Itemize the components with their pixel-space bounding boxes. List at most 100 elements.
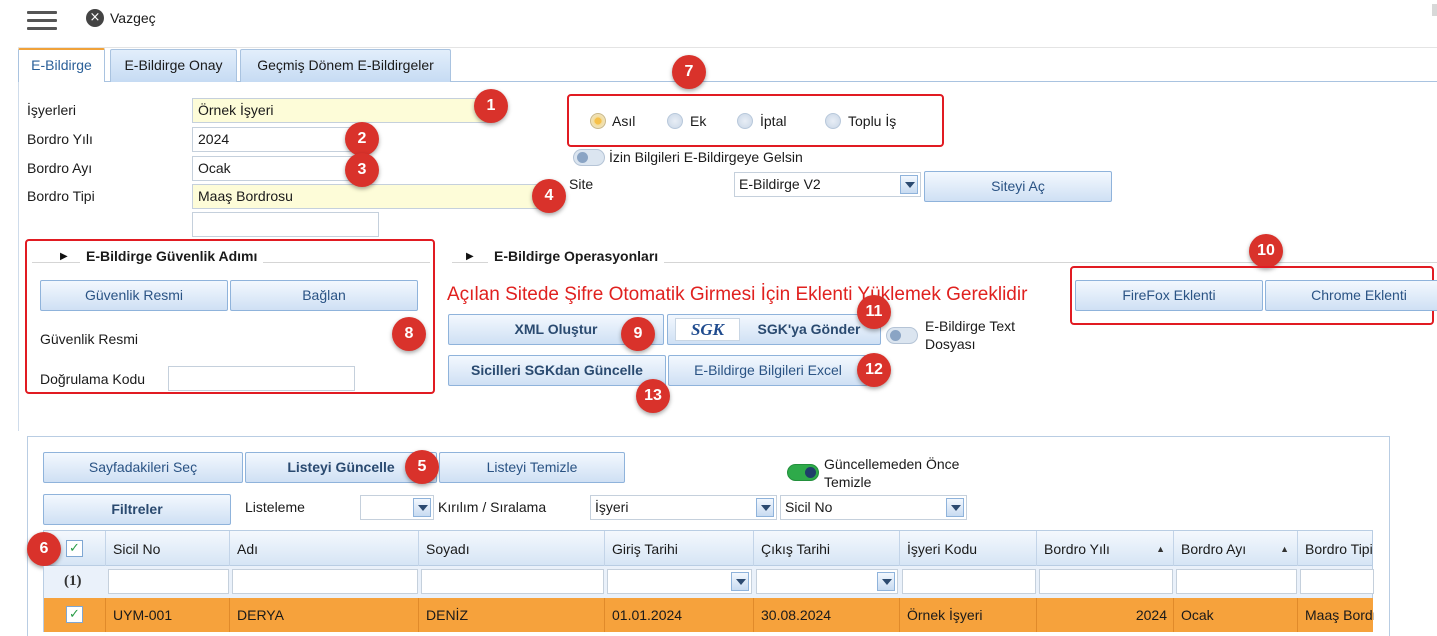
listing-select[interactable] [360,495,434,520]
update-records-button[interactable]: Sicilleri SGKdan Güncelle [448,355,666,386]
verification-code-label: Doğrulama Kodu [40,371,146,387]
badge-13: 13 [636,379,670,413]
col-giris-tarihi[interactable]: Giriş Tarihi [605,531,754,567]
filter-giris-tarihi[interactable] [607,569,752,594]
badge-12: 12 [857,353,891,387]
filter-bordro-yili[interactable] [1039,569,1173,594]
chrome-extension-button[interactable]: Chrome Eklenti [1265,280,1437,311]
chevron-down-icon[interactable] [877,572,895,591]
badge-8: 8 [392,317,426,351]
close-icon[interactable]: × [86,9,104,27]
tab-e-bildirge-onay[interactable]: E-Bildirge Onay [110,49,237,82]
col-cikis-tarihi[interactable]: Çıkış Tarihi [754,531,900,567]
site-label: Site [569,176,594,192]
security-image-button[interactable]: Güvenlik Resmi [40,280,228,311]
badge-10: 10 [1249,234,1283,268]
isyerleri-label: İşyerleri [27,102,77,118]
clear-before-label-1: Güncellemeden Önce [824,456,960,472]
row-select-cell: ✓ [44,598,106,632]
col-bordro-yili-label: Bordro Yılı [1044,541,1110,557]
sort-asc-icon: ▲ [1280,544,1289,554]
break-select-2[interactable]: Sicil No [780,495,967,520]
cell-sicil-no: UYM-001 [106,598,230,632]
filter-bordro-tipi[interactable] [1300,569,1374,594]
badge-11: 11 [857,295,891,329]
sgk-logo: SGK [675,318,740,341]
send-sgk-label: SGK'ya Gönder [757,321,861,337]
clear-before-label-2: Temizle [824,474,872,490]
badge-6: 6 [27,532,61,566]
verification-code-input[interactable] [168,366,355,391]
break-select-1-value: İşyeri [595,499,629,515]
radio-toplu-is-label[interactable]: Toplu İş [848,113,896,129]
break-select-1[interactable]: İşyeri [590,495,777,520]
filter-row: (1) [43,566,1374,598]
filter-sicil-no[interactable] [108,569,229,594]
group-count: (1) [64,573,82,589]
chevron-down-icon[interactable] [756,498,774,517]
chevron-down-icon[interactable] [946,498,964,517]
caret-right-icon: ▶ [466,251,474,262]
tab-e-bildirge[interactable]: E-Bildirge [18,48,105,82]
row-checkbox[interactable]: ✓ [66,606,83,623]
bordro-ayi-field[interactable]: Ocak [192,156,362,181]
badge-2: 2 [345,122,379,156]
radio-asil-label[interactable]: Asıl [612,113,635,129]
radio-iptal[interactable] [737,113,753,129]
col-sicil-no[interactable]: Sicil No [106,531,230,567]
security-image-label: Güvenlik Resmi [40,331,139,347]
firefox-extension-button[interactable]: FireFox Eklenti [1075,280,1263,311]
cancel-button[interactable]: Vazgeç [110,10,156,26]
menu-icon[interactable] [27,11,57,35]
table-row[interactable]: ✓ UYM-001 DERYA DENİZ 01.01.2024 30.08.2… [43,598,1374,632]
col-bordro-yili[interactable]: Bordro Yılı ▲ [1037,531,1174,567]
tab-gecmis-donem[interactable]: Geçmiş Dönem E-Bildirgeler [240,49,451,82]
bordro-tipi-field[interactable]: Maaş Bordrosu [192,184,542,209]
izin-toggle[interactable] [573,149,605,166]
filter-soyadi[interactable] [421,569,604,594]
text-file-toggle[interactable] [886,327,918,344]
open-site-button[interactable]: Siteyi Aç [924,171,1112,202]
sort-asc-icon: ▲ [1156,544,1165,554]
radio-toplu-is[interactable] [825,113,841,129]
filter-cikis-tarihi[interactable] [756,569,898,594]
chevron-down-icon[interactable] [413,498,431,517]
listing-label: Listeleme [245,499,305,515]
cell-adi: DERYA [230,598,419,632]
bordro-tipi-label: Bordro Tipi [27,188,95,204]
isyerleri-field[interactable]: Örnek İşyeri [192,98,492,123]
excel-button[interactable]: E-Bildirge Bilgileri Excel [668,355,868,386]
filter-bordro-ayi[interactable] [1176,569,1297,594]
select-all-checkbox[interactable]: ✓ [66,540,83,557]
badge-3: 3 [345,153,379,187]
divider [18,47,1437,48]
clear-before-toggle[interactable] [787,464,819,481]
filter-isyeri-kodu[interactable] [902,569,1036,594]
bordro-ayi-label: Bordro Ayı [27,160,93,176]
bordro-yili-label: Bordro Yılı [27,131,93,147]
col-adi[interactable]: Adı [230,531,419,567]
col-soyadi[interactable]: Soyadı [419,531,605,567]
bordro-yili-field[interactable]: 2024 [192,127,362,152]
col-bordro-ayi[interactable]: Bordro Ayı ▲ [1174,531,1298,567]
col-isyeri-kodu[interactable]: İşyeri Kodu [900,531,1037,567]
radio-ek-label[interactable]: Ek [690,113,706,129]
filter-adi[interactable] [232,569,418,594]
radio-iptal-label[interactable]: İptal [760,113,786,129]
extension-notice: Açılan Sitede Şifre Otomatik Girmesi İçi… [447,284,1028,305]
site-select[interactable]: E-Bildirge V2 [734,172,921,197]
select-page-button[interactable]: Sayfadakileri Seç [43,452,243,483]
radio-asil[interactable] [590,113,606,129]
extra-field[interactable] [192,212,379,237]
chevron-down-icon[interactable] [731,572,749,591]
col-bordro-tipi[interactable]: Bordro Tipi [1298,531,1374,567]
grid-header: ✓ Sicil No Adı Soyadı Giriş Tarihi Çıkış… [43,530,1374,567]
connect-button[interactable]: Bağlan [230,280,418,311]
badge-7: 7 [672,55,706,89]
cell-tip: Maaş Bordrosu [1305,607,1374,623]
clear-list-button[interactable]: Listeyi Temizle [439,452,625,483]
badge-5: 5 [405,450,439,484]
filters-button[interactable]: Filtreler [43,494,231,525]
radio-ek[interactable] [667,113,683,129]
chevron-down-icon[interactable] [900,175,918,194]
